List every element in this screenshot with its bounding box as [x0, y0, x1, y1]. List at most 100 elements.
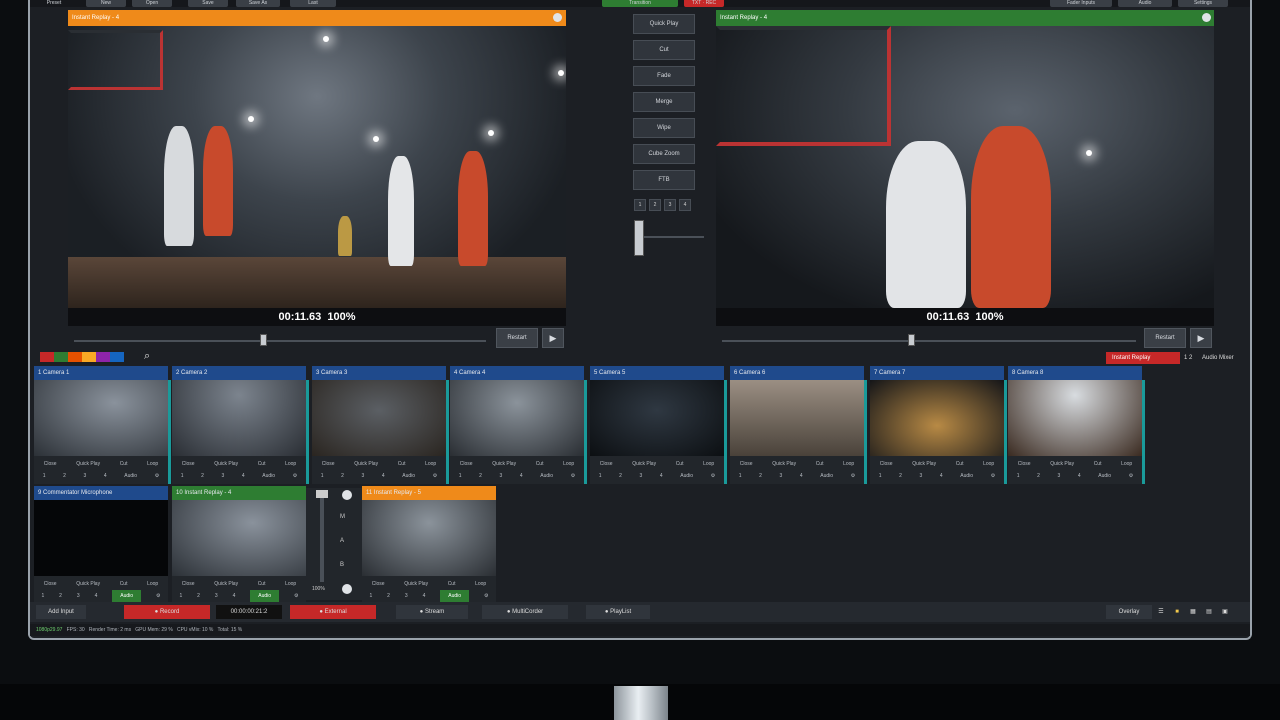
tile-control-button[interactable]: Cut	[676, 458, 684, 470]
list-icon[interactable]: ☰	[1156, 605, 1166, 619]
cut-button[interactable]: Cut	[633, 40, 695, 60]
tile-control-button[interactable]: Close	[44, 578, 57, 590]
input-thumbnail[interactable]	[172, 500, 306, 576]
tile-control-button[interactable]: Quick Play	[632, 458, 656, 470]
folder-icon[interactable]: ■	[1172, 605, 1182, 619]
tile-control-button[interactable]: Loop	[563, 458, 574, 470]
input-thumbnail[interactable]	[312, 380, 446, 456]
tile-control-button[interactable]: Quick Play	[214, 458, 238, 470]
input-thumbnail[interactable]	[362, 500, 496, 576]
tile-overlay-button[interactable]: 1	[41, 590, 44, 602]
transition-dropdown[interactable]: Transition	[602, 0, 678, 7]
preview-close-icon[interactable]	[553, 13, 562, 22]
preview-play-icon[interactable]: ▶	[542, 328, 564, 348]
tile-overlay-button[interactable]: 3	[405, 590, 408, 602]
tile-overlay-button[interactable]: 4	[95, 590, 98, 602]
input-thumbnail[interactable]	[1008, 380, 1142, 456]
fade-button[interactable]: Fade	[633, 66, 695, 86]
tile-control-button[interactable]: Close	[600, 458, 613, 470]
menu-save-as[interactable]: Save As	[236, 0, 280, 7]
tile-overlay-button[interactable]: 1	[179, 590, 182, 602]
tile-overlay-button[interactable]: 1	[599, 470, 602, 482]
input-tile[interactable]: 9 Commentator Microphone Close Quick Play C…	[34, 486, 168, 604]
layout-icon[interactable]: ▤	[1204, 605, 1214, 619]
tile-control-button[interactable]: Loop	[285, 578, 296, 590]
tile-overlay-button[interactable]: 3	[920, 470, 923, 482]
tile-control-button[interactable]: Loop	[147, 578, 158, 590]
multicorder-button[interactable]: ● MultiCorder	[482, 605, 568, 619]
tile-control-button[interactable]: Cut	[536, 458, 544, 470]
stream-button[interactable]: ● Stream	[396, 605, 468, 619]
tile-settings-icon[interactable]: ⚙	[1129, 470, 1133, 482]
tile-audio-button[interactable]: Audio	[440, 590, 470, 602]
preview-scrub-slider[interactable]	[74, 340, 486, 342]
tile-control-button[interactable]: Quick Play	[1050, 458, 1074, 470]
master-fader-track[interactable]	[320, 492, 324, 582]
overlay-button[interactable]: Overlay	[1106, 605, 1152, 619]
tile-overlay-button[interactable]: 4	[242, 470, 245, 482]
input-tile[interactable]: 8 Camera 8 Close Quick Play Cut Loop 1 2 3 4 Audi…	[1008, 366, 1145, 484]
tile-control-button[interactable]: Cut	[120, 458, 128, 470]
input-thumbnail[interactable]	[450, 380, 584, 456]
tile-overlay-button[interactable]: 2	[341, 470, 344, 482]
t-bar-handle[interactable]	[634, 220, 644, 256]
tile-control-button[interactable]: Loop	[983, 458, 994, 470]
menu-open[interactable]: Open	[132, 0, 172, 7]
master-settings-icon[interactable]	[342, 584, 352, 594]
tile-control-button[interactable]: Cut	[1094, 458, 1102, 470]
audio-button[interactable]: Audio	[1118, 0, 1172, 7]
tile-overlay-button[interactable]: 4	[382, 470, 385, 482]
input-tile[interactable]: 3 Camera 3 Close Quick Play Cut Loop 1 2 3 4 Audi…	[312, 366, 449, 484]
tile-control-button[interactable]: Quick Play	[76, 458, 100, 470]
tile-overlay-button[interactable]: 4	[1078, 470, 1081, 482]
color-filter-swatch[interactable]	[54, 352, 68, 362]
input-tile[interactable]: 4 Camera 4 Close Quick Play Cut Loop 1 2 3 4 Audi…	[450, 366, 587, 484]
tile-control-button[interactable]: Close	[740, 458, 753, 470]
input-thumbnail[interactable]	[172, 380, 306, 456]
tile-overlay-button[interactable]: 1	[879, 470, 882, 482]
color-filter-swatch[interactable]	[82, 352, 96, 362]
tile-overlay-button[interactable]: 3	[215, 590, 218, 602]
color-filter-swatch[interactable]	[40, 352, 54, 362]
menu-preset[interactable]: Preset	[40, 0, 68, 7]
tile-control-button[interactable]: Cut	[398, 458, 406, 470]
tile-audio-button[interactable]: Audio	[112, 590, 142, 602]
input-thumbnail[interactable]	[590, 380, 724, 456]
tile-audio-button[interactable]: Audio	[680, 470, 693, 482]
tile-control-button[interactable]: Cut	[448, 578, 456, 590]
master-fader-handle[interactable]	[316, 490, 328, 498]
tile-overlay-button[interactable]: 3	[84, 470, 87, 482]
tile-overlay-button[interactable]: 3	[222, 470, 225, 482]
output-scrub-slider[interactable]	[722, 340, 1136, 342]
tile-control-button[interactable]: Quick Play	[214, 578, 238, 590]
wipe-button[interactable]: Wipe	[633, 118, 695, 138]
input-tile[interactable]: 1 Camera 1 Close Quick Play Cut Loop 1 2 3 4 Audi…	[34, 366, 171, 484]
tile-audio-button[interactable]: Audio	[402, 470, 415, 482]
menu-new[interactable]: New	[86, 0, 126, 7]
tile-overlay-button[interactable]: 2	[1037, 470, 1040, 482]
tile-settings-icon[interactable]: ⚙	[433, 470, 437, 482]
tile-overlay-button[interactable]: 2	[479, 470, 482, 482]
tile-settings-icon[interactable]: ⚙	[156, 590, 160, 602]
ftb-button[interactable]: FTB	[633, 170, 695, 190]
input-tile[interactable]: 10 Instant Replay - 4 Close Quick Play Cut L…	[172, 486, 306, 604]
input-thumbnail[interactable]	[870, 380, 1004, 456]
t-bar-slider[interactable]	[634, 236, 704, 238]
tile-settings-icon[interactable]: ⚙	[571, 470, 575, 482]
tile-overlay-button[interactable]: 2	[899, 470, 902, 482]
tile-control-button[interactable]: Close	[460, 458, 473, 470]
tile-overlay-button[interactable]: 2	[387, 590, 390, 602]
output-scrub-handle[interactable]	[908, 334, 915, 346]
lock-icon[interactable]: ▣	[1220, 605, 1230, 619]
color-filter-swatch[interactable]	[68, 352, 82, 362]
master-label-a[interactable]: A	[340, 538, 344, 544]
tile-audio-button[interactable]: Audio	[262, 470, 275, 482]
tile-settings-icon[interactable]: ⚙	[851, 470, 855, 482]
tile-control-button[interactable]: Loop	[285, 458, 296, 470]
tile-control-button[interactable]: Close	[44, 458, 57, 470]
settings-button[interactable]: Settings	[1178, 0, 1228, 7]
tile-control-button[interactable]: Close	[182, 458, 195, 470]
tile-settings-icon[interactable]: ⚙	[484, 590, 488, 602]
tile-overlay-button[interactable]: 4	[520, 470, 523, 482]
preview-scrub-handle[interactable]	[260, 334, 267, 346]
